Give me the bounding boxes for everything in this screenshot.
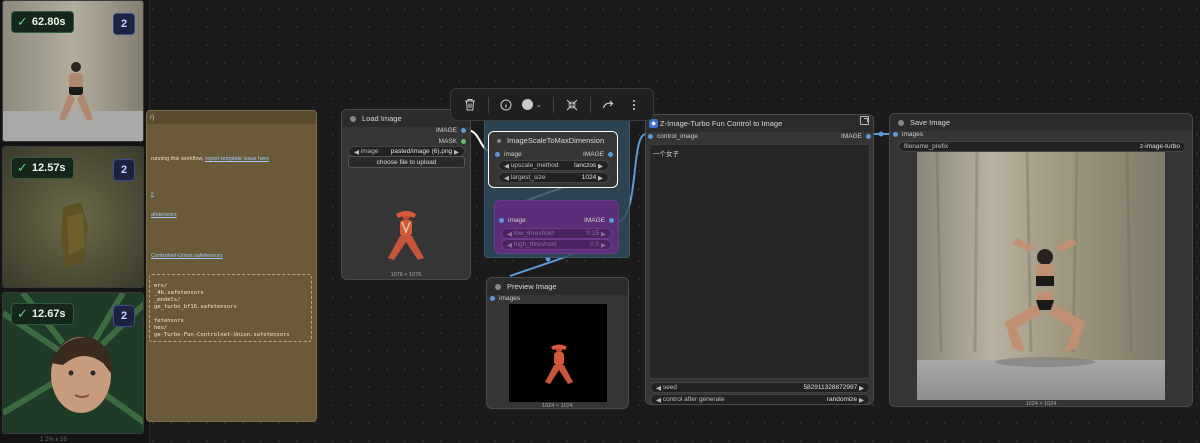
chevron-right-icon[interactable]: ▶ [601,241,606,249]
chevron-left-icon[interactable]: ◀ [504,162,509,170]
note-link[interactable]: afetensors [151,212,177,218]
chevron-left-icon[interactable]: ◀ [507,230,512,238]
chevron-right-icon[interactable]: ▶ [601,230,606,238]
toolbar-divider [553,96,555,113]
low-threshold-widget[interactable]: ◀ low_threshold 0.15 ▶ [501,228,612,239]
filename-prefix-widget[interactable]: filename_prefix z-image-turbo [898,141,1186,152]
saved-image [917,152,1165,400]
collapse-dot-icon[interactable] [898,119,904,126]
seed-widget[interactable]: ◀ seed 582911328872997 ▶ [650,382,870,393]
input-image-port[interactable]: image [495,151,522,158]
preview-image [509,304,607,402]
chevron-right-icon[interactable]: ▶ [598,162,603,170]
input-images-port[interactable]: images [893,131,923,138]
redo-icon[interactable] [598,94,620,116]
chevron-right-icon[interactable]: ▶ [859,396,864,404]
chevron-left-icon[interactable]: ◀ [504,174,509,182]
node-title: Z-Image-Turbo Fun Control to Image [660,119,783,128]
load-image-node[interactable]: Load Image IMAGE MASK ◀ image pasted/imag… [341,109,471,280]
upload-button[interactable]: choose file to upload [348,156,465,168]
input-control-image-port[interactable]: control_image [648,133,698,140]
image-scale-to-max-dimension-node[interactable]: ImageScaleToMaxDimension image IMAGE ◀ u… [488,131,618,188]
chevron-left-icon[interactable]: ◀ [656,384,661,392]
color-icon[interactable]: ⌄ [517,94,546,116]
image-size-caption: 1024 × 1024 [542,403,573,409]
report-issue-link[interactable]: report template issue here [205,156,269,162]
chevron-down-icon: ⌄ [535,101,542,109]
save-image-node[interactable]: Save Image images filename_prefix z-image… [889,113,1193,407]
output-mask-port[interactable]: MASK [439,138,466,145]
toolbar-divider [487,96,489,113]
collapse-dot-icon[interactable] [495,283,501,290]
chevron-left-icon[interactable]: ◀ [507,241,512,249]
node-title: Load Image [362,114,402,123]
collapse-icon[interactable] [561,94,583,116]
node-badge-icon: ◆ [649,119,658,128]
control-after-generate-widget[interactable]: ◀ control after generate randomize ▶ [650,394,870,404]
link-midpoint [878,131,884,137]
input-images-port[interactable]: images [490,295,520,302]
chevron-left-icon[interactable]: ◀ [656,396,661,404]
output-image-port[interactable]: IMAGE [436,127,466,134]
canny-node[interactable]: image IMAGE ◀ low_threshold 0.15 ▶ ◀ high… [494,200,619,254]
model-paths-code-block: ers/ _4b.safetensors _models/ ge_turbo_b… [149,274,312,342]
toolbar-divider [589,96,591,113]
node-title: Save Image [910,118,951,127]
info-icon[interactable] [496,94,518,116]
z-image-turbo-control-node[interactable]: ◆ Z-Image-Turbo Fun Control to Image cont… [645,114,874,405]
high-threshold-widget[interactable]: ◀ high_threshold 0.5 ▶ [501,239,612,250]
note-link[interactable]: s [151,191,154,197]
largest-size-widget[interactable]: ◀ largest_size 1024 ▶ [498,172,609,183]
output-image-port[interactable]: IMAGE [584,217,614,224]
output-image-port[interactable]: IMAGE [583,151,613,158]
image-size-caption: 1076 × 1076 [390,272,422,278]
node-title: Preview Image [507,282,557,291]
preview-image-node[interactable]: Preview Image images 1024 × 1024 [486,277,629,409]
more-icon[interactable] [623,94,645,116]
input-image-port[interactable]: image [499,217,526,224]
collapse-dot-icon[interactable] [350,115,356,122]
chevron-right-icon[interactable]: ▶ [859,384,864,392]
chevron-right-icon[interactable]: ▶ [598,174,603,182]
note-link[interactable]: Controlnet-Union.safetensors [151,253,223,259]
note-line: running this workflow, report template i… [151,156,270,162]
loaded-image-preview [388,211,424,260]
chevron-right-icon[interactable]: ▶ [454,148,459,156]
trash-icon[interactable] [459,94,481,116]
expand-subgraph-icon[interactable] [860,116,869,125]
upscale-method-widget[interactable]: ◀ upscale_method lanczos ▶ [498,160,609,171]
image-size-caption: 1024 × 1024 [1025,401,1057,407]
note-node[interactable]: r) running this workflow, report templat… [146,110,317,422]
output-image-port[interactable]: IMAGE [841,133,871,140]
selection-toolbar: ⌄ [450,88,654,121]
prompt-textarea[interactable]: 一个女子 [649,144,870,379]
chevron-left-icon[interactable]: ◀ [354,148,359,156]
node-title: ImageScaleToMaxDimension [507,136,605,145]
collapse-dot-icon[interactable] [497,138,501,143]
note-title: r) [147,111,316,124]
